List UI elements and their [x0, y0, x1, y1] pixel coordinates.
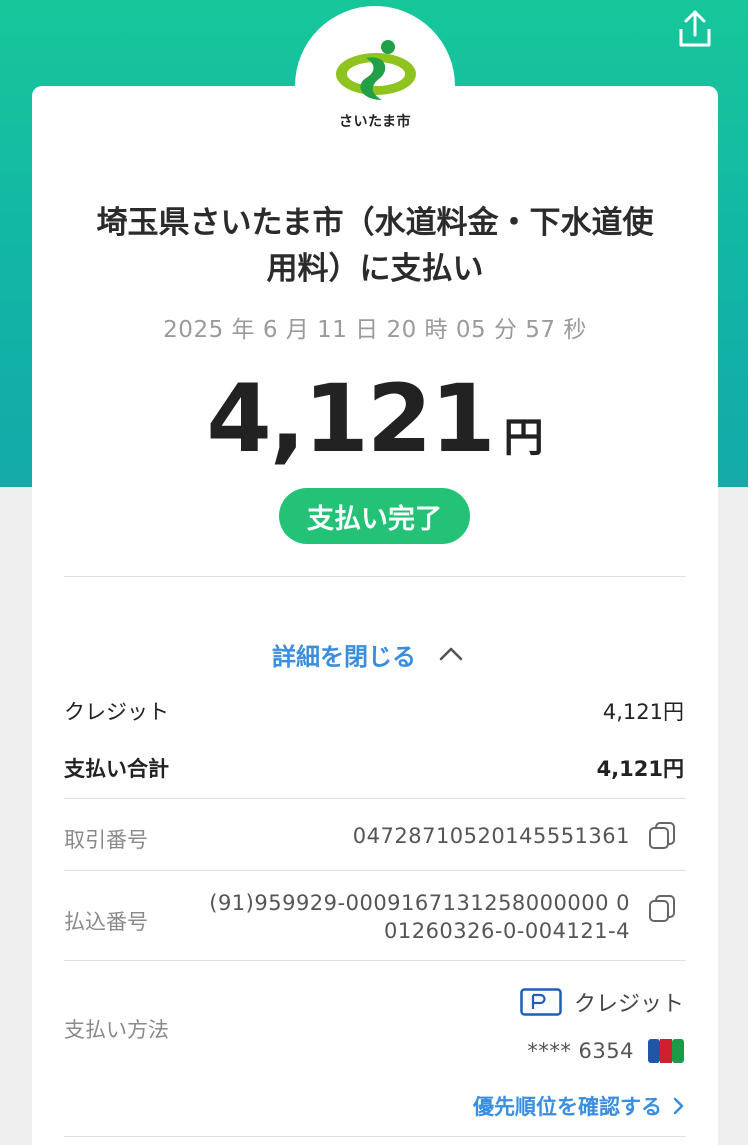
details-toggle-label: 詳細を閉じる	[272, 642, 416, 671]
payin-number-value-line1: (91)959929-0009167131258000000 0	[209, 891, 630, 915]
payin-number-value-line2: 01260326-0-004121-4	[383, 919, 630, 943]
divider	[64, 576, 686, 577]
payment-method-value: クレジット	[573, 992, 684, 1017]
divider	[64, 798, 686, 799]
payin-number-label: 払込番号	[64, 910, 148, 934]
copy-icon[interactable]	[646, 893, 678, 925]
transaction-number-label: 取引番号	[64, 828, 148, 852]
amount-currency: 円	[503, 415, 544, 461]
divider	[64, 870, 686, 871]
credit-value: 4,121円	[602, 700, 684, 724]
transaction-number-value: 04728710520145551361	[352, 824, 630, 848]
divider	[64, 1136, 686, 1137]
divider	[64, 960, 686, 961]
saitama-logo-icon	[336, 40, 416, 100]
priority-check-link[interactable]: 優先順位を確認する	[473, 1088, 684, 1124]
payment-datetime: 2025 年 6 月 11 日 20 時 05 分 57 秒	[163, 317, 587, 343]
payment-method-label: 支払い方法	[64, 1018, 169, 1042]
priority-check-label: 優先順位を確認する	[473, 1095, 662, 1119]
status-badge: 支払い完了	[279, 488, 470, 544]
share-icon	[679, 10, 711, 47]
total-label: 支払い合計	[64, 757, 169, 781]
card-number: **** 6354	[527, 1039, 634, 1063]
card-number-row: **** 6354	[527, 1034, 684, 1068]
payment-method: クレジット	[520, 985, 684, 1019]
share-button[interactable]	[672, 6, 718, 52]
copy-icon[interactable]	[646, 820, 678, 852]
chevron-up-icon	[439, 647, 463, 661]
logo-text: さいたま市	[338, 114, 412, 130]
page-title: 埼玉県さいたま市（水道料金・下水道使用料）に支払い	[96, 205, 654, 287]
credit-label: クレジット	[64, 700, 169, 724]
amount-display: 4,121 円	[32, 365, 718, 475]
paypay-card-icon	[520, 988, 562, 1016]
details-toggle-button[interactable]: 詳細を閉じる	[272, 634, 464, 674]
total-value: 4,121円	[596, 757, 684, 781]
amount-value: 4,121	[206, 365, 495, 474]
chevron-right-icon	[673, 1097, 684, 1115]
jcb-brand-icon	[648, 1039, 684, 1063]
